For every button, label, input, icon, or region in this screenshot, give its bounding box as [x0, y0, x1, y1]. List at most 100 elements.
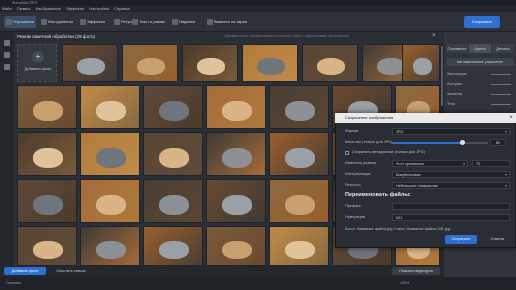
photo-thumbnail[interactable]: [80, 226, 140, 266]
cat-photo: [77, 58, 105, 76]
resize-percent-input[interactable]: 70: [472, 160, 510, 167]
sharpness-select[interactable]: Небольшое повышение ▾: [392, 182, 510, 189]
dialog-cancel-button[interactable]: Отмена: [482, 235, 512, 244]
zoom-icon[interactable]: [4, 64, 10, 70]
chevron-down-icon: ▾: [462, 161, 465, 166]
photo-thumbnail[interactable]: [80, 179, 140, 223]
keep-metadata-label: Сохранять метаданные (только для JPG): [352, 150, 425, 154]
cat-photo: [285, 241, 315, 259]
cat-photo: [285, 195, 315, 216]
photo-thumbnail[interactable]: [17, 226, 77, 266]
photo-thumbnail[interactable]: [17, 179, 77, 223]
tab-text-frames[interactable]: Текст и рамки: [130, 16, 170, 28]
grid-icon[interactable]: [4, 52, 10, 58]
cat-photo: [159, 101, 189, 122]
tab-colors[interactable]: Цвета: [469, 44, 491, 53]
status-bar: Показать 100%: [0, 277, 516, 290]
cat-photo: [159, 195, 189, 216]
photo-thumbnail[interactable]: [17, 132, 77, 176]
photo-thumbnail[interactable]: [206, 179, 266, 223]
setting-row[interactable]: Тени: [447, 100, 513, 108]
photo-thumbnail[interactable]: [402, 44, 440, 82]
sharpness-label: Резкость: [345, 183, 361, 187]
photo-thumbnail[interactable]: [80, 85, 140, 129]
cat-photo: [159, 148, 189, 169]
photo-thumbnail[interactable]: [269, 85, 329, 129]
setting-row[interactable]: Контраст: [447, 80, 513, 88]
photo-thumbnail[interactable]: [206, 132, 266, 176]
menu-help[interactable]: Справка: [114, 6, 130, 11]
photo-thumbnail[interactable]: [206, 85, 266, 129]
tab-effects[interactable]: Эффекты: [78, 16, 110, 28]
dialog-title: Сохранение изображения: [335, 113, 516, 123]
photo-thumbnail[interactable]: [143, 132, 203, 176]
dialog-save-button[interactable]: Сохранить: [445, 235, 477, 244]
setting-slider[interactable]: [491, 83, 511, 85]
photo-thumbnail[interactable]: [143, 226, 203, 266]
add-photos-button[interactable]: Добавить фото: [4, 267, 46, 275]
save-button[interactable]: Сохранить: [464, 16, 500, 28]
scrollbar-thumb[interactable]: [441, 46, 443, 106]
photo-thumbnail[interactable]: [17, 85, 77, 129]
photo-thumbnail[interactable]: [269, 179, 329, 223]
effects-icon: [80, 19, 86, 25]
rename-example: Было: Название файла.jpg Стало: Название…: [345, 227, 451, 231]
setting-row[interactable]: Засветки: [447, 90, 513, 98]
interpolation-label: Интерполяция: [345, 172, 371, 176]
prefix-input[interactable]: [392, 203, 510, 210]
close-icon[interactable]: ×: [506, 113, 516, 123]
menu-effects[interactable]: Эффекты: [66, 6, 84, 11]
cat-photo: [222, 148, 252, 169]
setting-row[interactable]: Экспозиция: [447, 70, 513, 78]
setting-slider[interactable]: [491, 73, 511, 75]
add-photo-tile[interactable]: + Добавить фото: [17, 44, 57, 82]
photo-thumbnail[interactable]: [269, 132, 329, 176]
auto-improve-button[interactable]: Автоматическое улучшение: [446, 58, 514, 66]
text-icon: [132, 19, 138, 25]
photo-thumbnail[interactable]: [302, 44, 358, 82]
quality-value[interactable]: 80: [490, 139, 506, 146]
tab-show-screen[interactable]: Вывести на экран: [205, 16, 259, 28]
cat-photo: [412, 58, 432, 76]
photo-thumbnail[interactable]: [182, 44, 238, 82]
format-select[interactable]: JPG ▾: [392, 128, 510, 135]
photo-thumbnail[interactable]: [62, 44, 118, 82]
tab-captions[interactable]: Надписи: [170, 16, 204, 28]
numbering-input[interactable]: 001: [392, 214, 510, 221]
setting-slider[interactable]: [491, 103, 511, 105]
photo-thumbnail[interactable]: [143, 85, 203, 129]
menu-settings[interactable]: Настройки: [89, 6, 109, 11]
tab-details[interactable]: Детали: [492, 44, 514, 53]
clear-list-button[interactable]: Очистить список: [50, 267, 92, 275]
cat-photo: [222, 241, 252, 259]
left-tool-strip: [0, 32, 14, 266]
cat-photo: [33, 241, 63, 259]
photo-thumbnail[interactable]: [206, 226, 266, 266]
keep-metadata-checkbox[interactable]: [345, 151, 349, 155]
tab-improvements[interactable]: Улучшения: [4, 16, 36, 28]
interpolation-select[interactable]: Бикубическая ▾: [392, 171, 510, 178]
photo-thumbnail[interactable]: [269, 226, 329, 266]
cat-photo: [33, 148, 63, 169]
menu-edit[interactable]: Правка: [17, 6, 31, 11]
photo-thumbnail[interactable]: [143, 179, 203, 223]
resize-select[interactable]: % от оригинала ▾: [392, 160, 468, 167]
tab-basic[interactable]: Основные: [446, 44, 468, 53]
photo-thumbnail[interactable]: [242, 44, 298, 82]
pointer-icon[interactable]: [4, 40, 10, 46]
cat-photo: [96, 195, 126, 216]
cat-photo: [33, 195, 63, 216]
photo-thumbnail[interactable]: [80, 132, 140, 176]
quality-slider-handle[interactable]: [460, 140, 465, 145]
setting-slider[interactable]: [491, 93, 511, 95]
show-video-button[interactable]: Показать видеоурок: [392, 267, 440, 275]
menu-image[interactable]: Изображение: [36, 6, 61, 11]
status-show[interactable]: Показать: [6, 281, 21, 285]
menu-file[interactable]: Файл: [2, 6, 12, 11]
caption-icon: [172, 19, 178, 25]
chevron-down-icon: ▾: [504, 129, 507, 134]
tab-tools[interactable]: Инструменты: [39, 16, 75, 28]
photo-thumbnail[interactable]: [122, 44, 178, 82]
close-batch-icon[interactable]: ×: [432, 32, 440, 41]
batch-title: Режим пакетной обработки (29 фото): [17, 34, 95, 39]
